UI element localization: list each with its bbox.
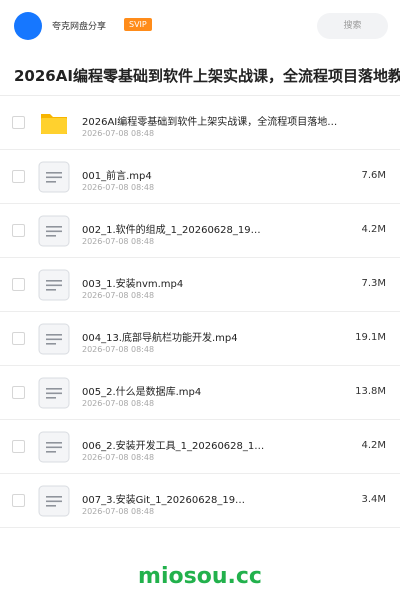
file-name[interactable]: 2026AI编程零基础到软件上架实战课，全流程项目落地教程 [82,113,344,128]
title-bar: 2026AI编程零基础到软件上架实战课，全流程项目落地教程 [0,52,400,96]
file-name[interactable]: 005_2.什么是数据库.mp4 [82,383,344,398]
file-row[interactable]: 001_前言.mp4 2026-07-08 08:48 7.6M [0,150,400,204]
file-name[interactable]: 001_前言.mp4 [82,167,344,182]
file-row-folder[interactable]: 2026AI编程零基础到软件上架实战课，全流程项目落地教程 2026-07-08… [0,96,400,150]
file-icon [38,215,70,247]
file-name[interactable]: 004_13.底部导航栏功能开发.mp4 [82,329,344,344]
file-icon [38,323,70,355]
file-name[interactable]: 002_1.软件的组成_1_20260628_19… [82,221,344,236]
file-size: 4.2M [361,440,386,451]
header: 夸克网盘分享 SVIP 搜索 [0,0,400,52]
row-checkbox[interactable] [12,386,25,399]
file-date: 2026-07-08 08:48 [82,507,155,516]
file-name[interactable]: 006_2.安装开发工具_1_20260628_1… [82,437,344,452]
file-row[interactable]: 002_1.软件的组成_1_20260628_19… 2026-07-08 08… [0,204,400,258]
file-date: 2026-07-08 08:48 [82,399,155,408]
file-size: 13.8M [355,386,386,397]
file-size: 7.6M [361,170,386,181]
file-size: 7.3M [361,278,386,289]
username: 夸克网盘分享 [52,22,107,32]
file-row[interactable]: 003_1.安装nvm.mp4 2026-07-08 08:48 7.3M [0,258,400,312]
row-checkbox[interactable] [12,116,25,129]
file-icon [38,269,70,301]
file-list: 2026AI编程零基础到软件上架实战课，全流程项目落地教程 2026-07-08… [0,96,400,528]
file-date: 2026-07-08 08:48 [82,237,155,246]
file-icon [38,377,70,409]
file-date: 2026-07-08 08:48 [82,183,155,192]
row-checkbox[interactable] [12,170,25,183]
file-row[interactable]: 005_2.什么是数据库.mp4 2026-07-08 08:48 13.8M [0,366,400,420]
file-size: 4.2M [361,224,386,235]
row-checkbox[interactable] [12,494,25,507]
file-icon [38,485,70,517]
watermark-text: miosou.cc [138,564,262,589]
file-icon [38,161,70,193]
svip-badge: SVIP [124,18,152,31]
page-title: 2026AI编程零基础到软件上架实战课，全流程项目落地教程 [14,67,400,85]
row-checkbox[interactable] [12,332,25,345]
file-size: 19.1M [355,332,386,343]
file-date: 2026-07-08 08:48 [82,345,155,354]
file-row[interactable]: 006_2.安装开发工具_1_20260628_1… 2026-07-08 08… [0,420,400,474]
row-checkbox[interactable] [12,440,25,453]
row-checkbox[interactable] [12,278,25,291]
file-row[interactable]: 004_13.底部导航栏功能开发.mp4 2026-07-08 08:48 19… [0,312,400,366]
file-row[interactable]: 007_3.安装Git_1_20260628_19… 2026-07-08 08… [0,474,400,528]
file-name[interactable]: 003_1.安装nvm.mp4 [82,275,344,290]
file-date: 2026-07-08 08:48 [82,291,155,300]
folder-icon [38,107,70,139]
search-button[interactable]: 搜索 [317,13,388,39]
file-size: 3.4M [361,494,386,505]
file-date: 2026-07-08 08:48 [82,129,155,138]
file-name[interactable]: 007_3.安装Git_1_20260628_19… [82,491,344,506]
row-checkbox[interactable] [12,224,25,237]
footer: miosou.cc [0,548,400,600]
file-date: 2026-07-08 08:48 [82,453,155,462]
avatar[interactable] [14,12,42,40]
file-icon [38,431,70,463]
